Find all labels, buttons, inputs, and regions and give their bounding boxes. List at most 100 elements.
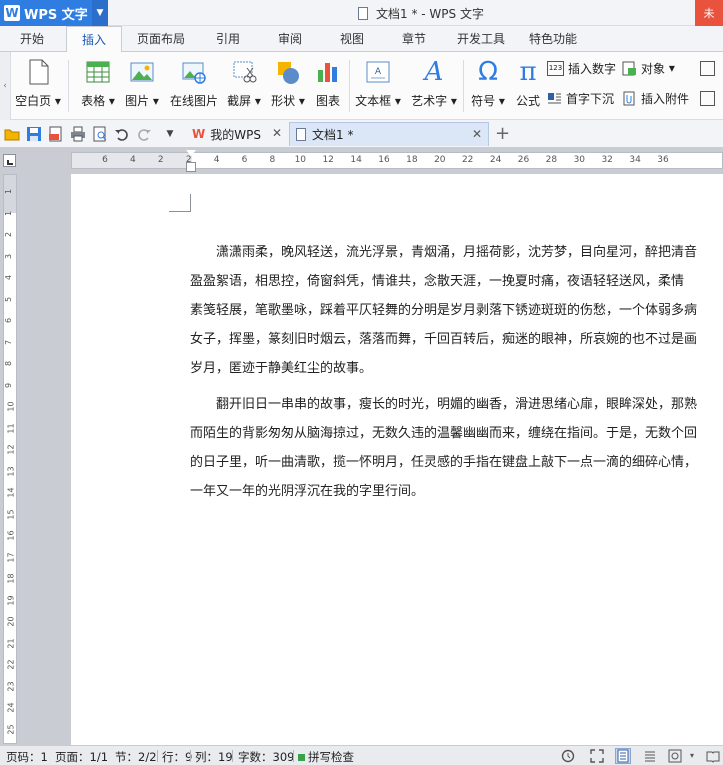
shapes-icon — [275, 58, 301, 86]
status-word-count[interactable]: 字数：309 — [238, 749, 294, 765]
ruler-tick-label: 8 — [4, 360, 14, 367]
shapes-label: 形状 — [271, 94, 296, 108]
ruler-tick-label: 20 — [434, 155, 446, 165]
window-title: 文档1 * - WPS 文字 — [358, 5, 484, 22]
ruler-tick-label: 1 — [4, 210, 14, 216]
screenshot-button[interactable]: 截屏 ▾ — [224, 56, 264, 114]
insert-number-button[interactable]: 123 插入数字 — [547, 58, 616, 78]
text-line: 盈盈絮语，相思控，倚窗斜凭，情谁共，念散天涯，一挽夏时痛，夜语轻轻送风，柔情 — [190, 274, 685, 289]
new-tab-plus-icon[interactable]: + — [495, 123, 510, 144]
online-picture-icon — [181, 58, 207, 86]
tab-document-label: 文档1 * — [312, 128, 354, 142]
close-tab-icon[interactable]: ✕ — [472, 127, 482, 141]
object-label: 对象 — [641, 61, 666, 76]
page-view-icon[interactable] — [615, 748, 631, 764]
ruler-tick-label: 14 — [6, 487, 16, 498]
print-icon[interactable] — [70, 126, 86, 142]
picture-icon — [129, 58, 155, 86]
text-line: 而陌生的背影匆匆从脑海掠过，无数久违的温馨幽幽而来，缠绕在指间。于是，无数个回 — [190, 426, 698, 441]
chart-icon — [315, 58, 341, 86]
formula-button[interactable]: π 公式 — [512, 56, 544, 114]
text-line: 女子，挥墨，篆刻旧时烟云，落落而舞，千回百转后，痴迷的眼神，所哀婉的也不过是画 — [190, 332, 698, 347]
spell-check-label: 拼写检查 — [308, 750, 354, 764]
blank-page-button[interactable]: 空白页 ▾ — [12, 56, 64, 114]
open-folder-icon[interactable] — [4, 126, 20, 142]
date-button[interactable] — [700, 58, 719, 78]
revision-history-icon[interactable] — [561, 749, 575, 763]
first-line-indent-marker[interactable] — [186, 150, 196, 156]
paragraph-1[interactable]: 潇潇雨柔，晚风轻送，流光浮景，青烟涌，月摇荷影，沈芳梦，目向星河，醉把清音 盈盈… — [190, 238, 723, 383]
ruler-tick-label: 6 — [241, 155, 248, 165]
ruler-tick-label: 25 — [6, 723, 16, 735]
symbol-button[interactable]: Ω 符号 ▾ — [468, 56, 508, 114]
number-badge-icon: 123 — [547, 60, 564, 76]
ruler-tick-label: 17 — [6, 551, 16, 563]
tab-review[interactable]: 审阅 — [266, 26, 314, 52]
symbol-label: 符号 — [471, 94, 496, 108]
outline-view-icon[interactable] — [643, 749, 657, 763]
tab-references[interactable]: 引用 — [204, 26, 252, 52]
print-preview-icon[interactable] — [92, 126, 108, 142]
ruler-tick-label: 22 — [6, 659, 16, 670]
calendar-icon — [700, 60, 715, 76]
shapes-button[interactable]: 形状 ▾ — [268, 56, 308, 114]
export-pdf-icon[interactable] — [48, 126, 64, 142]
chart-button[interactable]: 图表 — [312, 56, 344, 114]
horizontal-ruler[interactable]: 6 4 2 2 4 6 8 10 12 14 16 18 20 22 24 26 28 30 32 34 36 — [71, 152, 723, 169]
paragraph-2[interactable]: 翻开旧日一串串的故事，瘦长的时光，明媚的幽香，滑进思绪心扉，眼眸深处，那熟 而陌… — [190, 390, 723, 506]
online-picture-button[interactable]: 在线图片 — [168, 56, 220, 114]
more-insert-button[interactable] — [700, 88, 719, 108]
picture-button[interactable]: 图片 ▾ — [122, 56, 162, 114]
reading-mode-icon[interactable] — [706, 749, 720, 763]
tab-chapter[interactable]: 章节 — [390, 26, 438, 52]
wps-app-menu-button[interactable]: W WPS 文字 ▼ — [0, 0, 108, 26]
tab-view[interactable]: 视图 — [328, 26, 376, 52]
redo-icon[interactable] — [136, 126, 152, 142]
tab-features[interactable]: 特色功能 — [522, 26, 584, 52]
tab-home[interactable]: 开始 — [8, 26, 56, 52]
ruler-tick-label: 10 — [294, 155, 307, 165]
ruler-tick-label: 12 — [322, 155, 334, 165]
tab-stop-selector[interactable] — [3, 154, 16, 167]
wps-logo-icon: W — [192, 127, 206, 141]
close-tab-icon[interactable]: ✕ — [272, 126, 282, 140]
spell-check-toggle[interactable]: 拼写检查 — [298, 749, 354, 765]
tab-my-wps[interactable]: W 我的WPS ✕ — [186, 122, 288, 146]
screenshot-label: 截屏 — [227, 94, 252, 108]
window-close-button[interactable]: 未 — [695, 0, 723, 26]
vertical-ruler[interactable]: 1 1 2 3 4 5 6 7 8 9 10 11 12 13 14 15 16 17 18 19 20 21 22 23 24… — [3, 174, 17, 744]
insert-attachment-button[interactable]: 插入附件 — [622, 88, 689, 108]
tab-page-layout[interactable]: 页面布局 — [130, 26, 192, 52]
document-icon — [296, 128, 306, 141]
document-page[interactable]: 潇潇雨柔，晚风轻送，流光浮景，青烟涌，月摇荷影，沈芳梦，目向星河，醉把清音 盈盈… — [71, 174, 723, 745]
textbox-button[interactable]: A 文本框 ▾ — [354, 56, 402, 114]
view-dropdown-icon[interactable]: ▾ — [690, 749, 704, 763]
ruler-tick-label: 12 — [6, 444, 16, 455]
object-button[interactable]: 对象 ▾ — [622, 58, 675, 78]
chart-label: 图表 — [315, 94, 340, 108]
ruler-tick-label: 15 — [6, 508, 16, 520]
fullscreen-icon[interactable] — [590, 749, 604, 763]
tab-insert[interactable]: 插入 — [66, 26, 122, 53]
ruler-tick-label: 16 — [6, 530, 16, 541]
wordart-icon: A — [424, 57, 444, 87]
text-line: 潇潇雨柔，晚风轻送，流光浮景，青烟涌，月摇荷影，沈芳梦，目向星河，醉把清音 — [190, 245, 698, 260]
wordart-button[interactable]: A 艺术字 ▾ — [408, 56, 460, 114]
ruler-tick-label: 4 — [213, 155, 220, 165]
online-picture-label: 在线图片 — [169, 94, 218, 108]
ruler-tick-label: 6 — [4, 317, 14, 324]
app-menu-dropdown-icon[interactable]: ▼ — [92, 0, 108, 26]
customize-toolbar-dropdown-icon[interactable]: ▼ — [162, 126, 178, 142]
more-icon — [700, 90, 715, 106]
tab-document-1[interactable]: 文档1 * ✕ — [289, 122, 489, 146]
undo-icon[interactable] — [114, 126, 130, 142]
web-view-icon[interactable] — [668, 749, 682, 763]
drop-cap-button[interactable]: 首字下沉 — [547, 88, 614, 108]
tab-developer[interactable]: 开发工具 — [450, 26, 512, 52]
ruler-tick-label: 36 — [657, 155, 669, 165]
table-button[interactable]: 表格 ▾ — [78, 56, 118, 114]
ribbon-scroll-left-icon[interactable]: ‹ — [0, 52, 11, 120]
save-icon[interactable] — [26, 126, 42, 142]
left-indent-marker[interactable] — [186, 162, 196, 172]
blank-page-icon — [25, 58, 51, 86]
